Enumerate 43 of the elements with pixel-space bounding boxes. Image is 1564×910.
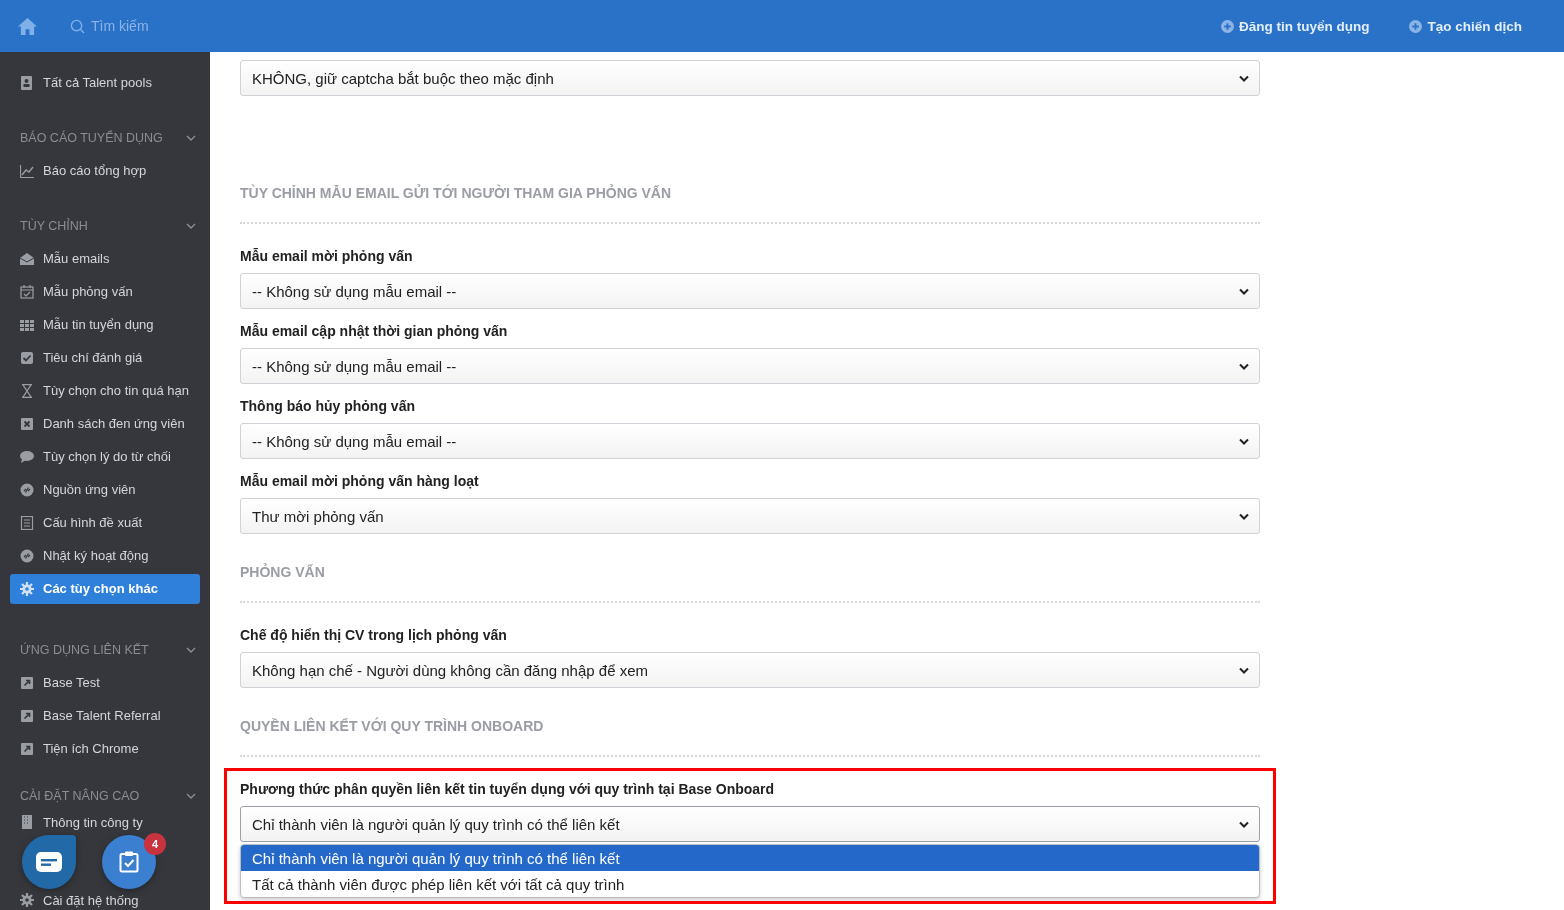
dropdown-select[interactable]: KHÔNG, giữ captcha bắt buộc theo mặc định xyxy=(240,60,1260,96)
notification-badge: 4 xyxy=(144,833,166,855)
section-header[interactable]: ỨNG DỤNG LIÊN KẾT xyxy=(0,634,210,666)
section-header[interactable]: BÁO CÁO TUYỂN DỤNG xyxy=(0,122,210,154)
dropdown-select[interactable]: Chỉ thành viên là người quản lý quy trình có thể liên kết xyxy=(240,806,1260,842)
dropdown-select[interactable]: -- Không sử dụng mẫu email -- xyxy=(240,348,1260,384)
dropdown-select[interactable]: -- Không sử dụng mẫu email -- xyxy=(240,423,1260,459)
section-heading: TÙY CHỈNH MẪU EMAIL GỬI TỚI NGƯỜI THAM GIA PHỎNG VẤN xyxy=(240,185,1260,224)
sidebar-item[interactable]: Cấu hình đề xuất xyxy=(10,513,200,532)
sidebar-item[interactable]: Nhật ký hoạt động xyxy=(10,546,200,565)
dropdown-option[interactable]: Tất cả thành viên được phép liên kết với tất cả quy trình xyxy=(241,871,1259,897)
dropdown-select[interactable]: -- Không sử dụng mẫu email -- xyxy=(240,273,1260,309)
dropdown-select[interactable]: Thư mời phỏng vấn xyxy=(240,498,1260,534)
sidebar-item[interactable]: Tiêu chí đánh giá xyxy=(10,348,200,367)
sidebar-item[interactable]: Tùy chọn cho tin quá hạn xyxy=(10,381,200,400)
sidebar-item[interactable]: Mẫu emails xyxy=(10,249,200,268)
header-link[interactable]: Đăng tin tuyển dụng xyxy=(1221,18,1370,34)
sidebar-item[interactable]: Tất cả Talent pools xyxy=(10,73,200,92)
dropdown-option[interactable]: Chỉ thành viên là người quản lý quy trình có thể liên kết xyxy=(241,845,1259,871)
sidebar-item[interactable]: Mẫu phỏng vấn xyxy=(10,282,200,301)
sidebar-item[interactable]: Base Talent Referral xyxy=(10,706,200,725)
field-label: Mẫu email mời phỏng vấn xyxy=(240,248,414,264)
section-header[interactable]: CÀI ĐẶT NÂNG CAO xyxy=(0,779,210,812)
sidebar-item[interactable]: Cài đặt hệ thống xyxy=(10,891,200,909)
section-header[interactable]: TÙY CHỈNH xyxy=(0,210,210,242)
sidebar-item[interactable]: Các tùy chọn khác xyxy=(10,573,200,604)
field-label: Phương thức phân quyền liên kết tin tuyển dụng với quy trình tại Base Onboard xyxy=(240,781,776,797)
dropdown-select[interactable]: Không hạn chế - Người dùng không cần đăng nhập để xem xyxy=(240,652,1260,688)
sidebar-item[interactable]: Tiện ích Chrome xyxy=(10,739,200,758)
sidebar-item[interactable]: Mẫu tin tuyển dụng xyxy=(10,315,200,334)
sidebar-item[interactable]: Base Test xyxy=(10,673,200,692)
sidebar-item[interactable]: Tùy chọn lý do từ chối xyxy=(10,447,200,466)
sidebar-item[interactable]: Thông tin công ty xyxy=(10,813,200,831)
section-heading: QUYỀN LIÊN KẾT VỚI QUY TRÌNH ONBOARD xyxy=(240,718,1260,757)
field-label: Chế độ hiển thị CV trong lịch phỏng vấn xyxy=(240,627,508,643)
section-heading: PHỎNG VẤN xyxy=(240,564,1260,603)
sidebar-item[interactable]: Báo cáo tổng hợp xyxy=(10,161,200,180)
field-label: Mẫu email cập nhật thời gian phỏng vấn xyxy=(240,323,509,339)
field-label: Thông báo hủy phỏng vấn xyxy=(240,398,416,414)
sidebar-item[interactable]: Nguồn ứng viên xyxy=(10,480,200,499)
field-label: Mẫu email mời phỏng vấn hàng loạt xyxy=(240,473,480,489)
header-link[interactable]: Tạo chiến dịch xyxy=(1409,18,1522,34)
sidebar-item[interactable]: Danh sách đen ứng viên xyxy=(10,414,200,433)
